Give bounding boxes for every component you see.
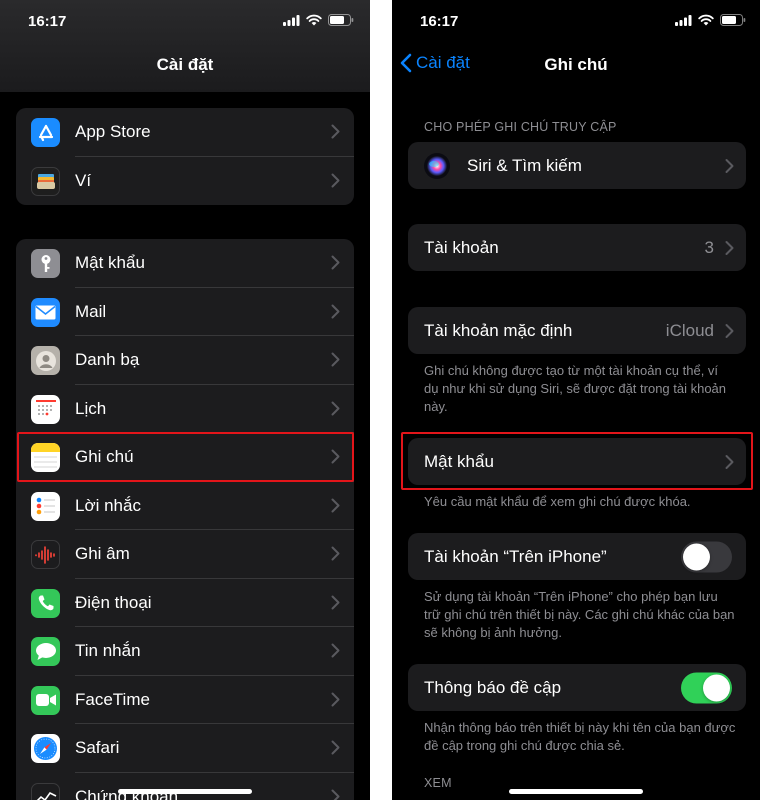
wifi-icon	[306, 14, 322, 26]
cellular-signal-icon	[283, 14, 300, 26]
row-label: Danh bạ	[75, 350, 140, 370]
row-label: Ví	[75, 170, 92, 190]
status-time: 16:17	[28, 13, 67, 30]
notes-settings-screen: 16:17 Cài đặt Ghi chú CHO PHÉP GHI CHÚ T…	[392, 0, 760, 800]
default-account-row[interactable]: Tài khoản mặc định iCloud	[408, 307, 746, 354]
chevron-right-icon	[331, 304, 340, 318]
chevron-right-icon	[331, 173, 340, 187]
settings-row-phone[interactable]: Điện thoại	[16, 579, 354, 627]
battery-icon	[720, 14, 746, 26]
status-time: 16:17	[420, 13, 459, 30]
chevron-right-icon	[331, 352, 340, 367]
row-label: App Store	[75, 122, 151, 142]
battery-icon	[328, 14, 354, 26]
row-label: Lời nhắc	[75, 495, 141, 515]
settings-row-reminders[interactable]: Lời nhắc	[16, 482, 354, 530]
row-label: Ghi âm	[75, 544, 130, 564]
settings-row-safari[interactable]: Safari	[16, 724, 354, 773]
chevron-right-icon	[331, 546, 340, 561]
cellular-signal-icon	[675, 14, 692, 26]
key-icon	[31, 249, 60, 278]
page-title: Ghi chú	[544, 55, 608, 74]
status-icons	[283, 14, 354, 26]
status-bar: 16:17	[0, 0, 370, 44]
chevron-right-icon	[725, 158, 734, 173]
chevron-right-icon	[331, 740, 340, 755]
home-indicator[interactable]	[509, 789, 643, 794]
toggle-knob	[703, 674, 730, 701]
settings-group-store: App Store Ví	[16, 108, 354, 205]
chevron-right-icon	[331, 498, 340, 512]
settings-row-facetime[interactable]: FaceTime	[16, 676, 354, 724]
settings-row-calendar[interactable]: Lịch	[16, 385, 354, 433]
row-label: Tài khoản “Trên iPhone”	[424, 546, 607, 566]
default-account-value: iCloud	[665, 320, 714, 340]
facetime-icon	[31, 685, 60, 715]
on-iphone-note: Sử dụng tài khoản “Trên iPhone” cho phép…	[424, 589, 735, 640]
calendar-icon	[31, 394, 60, 424]
settings-row-stocks[interactable]: Chứng khoán	[16, 773, 354, 800]
settings-row-contacts[interactable]: Danh bạ	[16, 336, 354, 385]
settings-screen: 16:17 Cài đặt App Store Ví Mật khẩu Mail…	[0, 0, 370, 800]
on-iphone-account-row: Tài khoản “Trên iPhone”	[408, 533, 746, 580]
mail-icon	[31, 297, 60, 327]
row-label: Safari	[75, 738, 120, 758]
mention-notifications-row: Thông báo đề cập	[408, 664, 746, 711]
section-header-view: XEM	[424, 776, 452, 790]
status-bar: 16:17	[392, 0, 760, 44]
mention-note: Nhận thông báo trên thiết bị này khi tên…	[424, 720, 736, 753]
settings-row-messages[interactable]: Tin nhắn	[16, 627, 354, 676]
row-label: Thông báo đề cập	[424, 677, 562, 697]
section-header-allow-access: CHO PHÉP GHI CHÚ TRUY CẬP	[424, 120, 617, 134]
home-indicator[interactable]	[118, 789, 252, 794]
row-label: Siri & Tìm kiếm	[467, 155, 582, 175]
phone-icon	[31, 588, 60, 618]
app-store-icon	[31, 118, 60, 147]
toggle-knob	[683, 543, 710, 570]
highlight-box	[401, 432, 753, 490]
row-label: Điện thoại	[75, 592, 152, 612]
highlight-box	[17, 432, 354, 482]
accounts-row[interactable]: Tài khoản 3	[408, 224, 746, 271]
chevron-right-icon	[331, 401, 340, 415]
settings-row-voice-memos[interactable]: Ghi âm	[16, 530, 354, 579]
row-label: FaceTime	[75, 689, 150, 709]
stocks-icon	[31, 782, 60, 800]
page-title: Cài đặt	[156, 55, 214, 74]
row-label: Mail	[75, 301, 107, 321]
row-label: Tài khoản mặc định	[424, 320, 573, 340]
chevron-right-icon	[331, 692, 340, 706]
messages-icon	[31, 637, 60, 666]
chevron-right-icon	[331, 789, 340, 800]
row-label: Mật khẩu	[75, 253, 145, 273]
siri-search-row[interactable]: Siri & Tìm kiếm	[408, 142, 746, 189]
on-iphone-toggle[interactable]	[681, 541, 732, 572]
row-label: Lịch	[75, 398, 107, 418]
chevron-right-icon	[725, 240, 734, 255]
chevron-right-icon	[331, 643, 340, 658]
row-label: Tài khoản	[424, 237, 499, 257]
contacts-icon	[31, 346, 60, 375]
row-label: Tin nhắn	[75, 641, 141, 661]
chevron-right-icon	[725, 323, 734, 338]
settings-row-mail[interactable]: Mail	[16, 288, 354, 336]
voice-memos-icon	[31, 540, 60, 569]
safari-icon	[31, 734, 60, 763]
mention-notifications-toggle[interactable]	[681, 672, 732, 703]
chevron-right-icon	[331, 255, 340, 270]
settings-row-app-store[interactable]: App Store	[16, 108, 354, 157]
siri-icon	[424, 153, 450, 179]
settings-group-apps: Mật khẩu Mail Danh bạ Lịch Ghi chú Lời n…	[16, 239, 354, 800]
settings-row-wallet[interactable]: Ví	[16, 157, 354, 206]
chevron-right-icon	[331, 595, 340, 609]
status-icons	[675, 14, 746, 26]
chevron-right-icon	[331, 124, 340, 139]
reminders-icon	[31, 491, 60, 521]
default-account-note: Ghi chú không được tạo từ một tài khoản …	[424, 363, 727, 414]
accounts-count: 3	[704, 237, 714, 257]
settings-row-passwords[interactable]: Mật khẩu	[16, 239, 354, 288]
password-note: Yêu cầu mật khẩu để xem ghi chú được khó…	[424, 494, 691, 509]
wallet-icon	[31, 166, 60, 196]
wifi-icon	[698, 14, 714, 26]
